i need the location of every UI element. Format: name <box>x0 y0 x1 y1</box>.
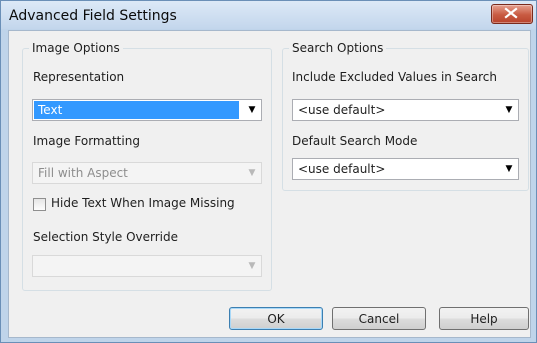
chevron-down-icon: ▼ <box>248 261 256 271</box>
default-search-mode-dropdown[interactable]: <use default> ▼ <box>292 158 519 180</box>
chevron-down-icon[interactable]: ▼ <box>500 159 518 179</box>
close-button[interactable] <box>491 4 533 24</box>
search-options-legend: Search Options <box>292 41 384 55</box>
selection-style-dropdown: ▼ <box>32 255 262 277</box>
hide-text-checkbox[interactable] <box>33 198 46 211</box>
help-button[interactable]: Help <box>439 307 529 330</box>
include-excluded-label: Include Excluded Values in Search <box>292 70 497 84</box>
representation-value: Text <box>38 103 63 117</box>
representation-selection: Text <box>34 101 239 119</box>
window-title: Advanced Field Settings <box>9 8 177 24</box>
representation-dropdown[interactable]: Text ▼ <box>32 99 262 121</box>
selection-style-label: Selection Style Override <box>33 230 178 244</box>
image-formatting-label: Image Formatting <box>33 134 140 148</box>
image-formatting-dropdown: Fill with Aspect ▼ <box>32 162 262 184</box>
include-excluded-value: <use default> <box>298 103 386 117</box>
default-search-mode-value: <use default> <box>298 162 386 176</box>
ok-button[interactable]: OK <box>229 307 323 330</box>
include-excluded-dropdown[interactable]: <use default> ▼ <box>292 99 519 121</box>
cancel-button[interactable]: Cancel <box>332 307 426 330</box>
dialog-window: Advanced Field Settings Image Options Re… <box>0 0 537 343</box>
chevron-down-icon: ▼ <box>248 168 256 178</box>
close-icon <box>504 7 518 19</box>
image-options-legend: Image Options <box>32 41 120 55</box>
title-bar[interactable]: Advanced Field Settings <box>1 1 536 29</box>
hide-text-label[interactable]: Hide Text When Image Missing <box>51 196 235 210</box>
default-search-mode-label: Default Search Mode <box>292 134 418 148</box>
chevron-down-icon[interactable]: ▼ <box>243 100 261 120</box>
representation-label: Representation <box>33 70 125 84</box>
image-formatting-value: Fill with Aspect <box>38 166 128 180</box>
dialog-client-area: Image Options Representation Text ▼ Imag… <box>8 30 531 338</box>
chevron-down-icon[interactable]: ▼ <box>500 100 518 120</box>
